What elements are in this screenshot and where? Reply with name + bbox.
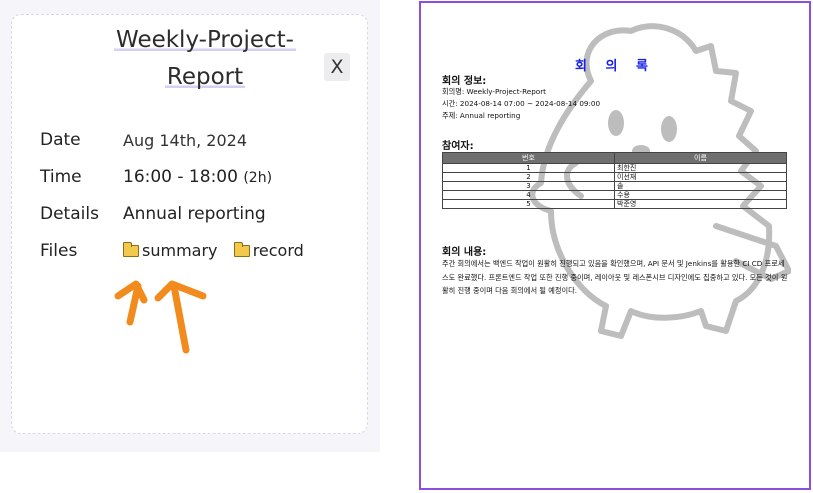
details-value: Annual reporting (123, 204, 266, 224)
file-name-record: record (252, 241, 304, 260)
folder-icon (123, 241, 139, 257)
meeting-name: 회의명: Weekly-Project-Report (442, 87, 546, 96)
table-row: 4 수용 (442, 190, 787, 200)
arrow-up-icon (114, 280, 207, 354)
table-row: 1 최한진 (442, 163, 787, 173)
title-line-1: Weekly-Project- (114, 27, 296, 53)
cell-number: 5 (442, 199, 615, 209)
participants-table: 번호 이름 1 최한진 2 이선재 3 솔 4 수용 5 박준영 (442, 152, 787, 209)
close-button[interactable]: X (324, 53, 350, 81)
time-duration: (2h) (243, 170, 273, 186)
cell-number: 2 (442, 172, 615, 182)
cell-name: 솔 (614, 181, 787, 191)
column-header-number: 번호 (442, 152, 615, 164)
time-value: 16:00 - 18:00 (123, 167, 238, 187)
table-row: 5 박준영 (442, 199, 787, 209)
cell-name: 박준영 (614, 199, 787, 209)
date-value: Aug 14th, 2024 (123, 131, 247, 150)
meeting-topic: 주제: Annual reporting (442, 111, 521, 120)
cell-number: 1 (442, 163, 615, 173)
participants-heading: 참여자: (442, 141, 474, 152)
table-header-row: 번호 이름 (442, 152, 787, 164)
details-label: Details (40, 204, 99, 224)
file-link-record[interactable]: record (233, 241, 304, 260)
meeting-title: Weekly-Project- Report (105, 22, 305, 96)
cell-number: 4 (442, 190, 615, 200)
meeting-content: 주간 회의에서는 백엔드 작업이 원활히 진행되고 있음을 확인했으며, API… (442, 259, 788, 295)
table-row: 2 이선재 (442, 172, 787, 182)
cell-name: 수용 (614, 190, 787, 200)
meeting-minutes-document: 회 의 록 회의 정보: 회의명: Weekly-Project-Report … (419, 1, 811, 490)
title-line-2: Report (164, 64, 246, 90)
file-name-summary: summary (142, 241, 218, 260)
content-heading: 회의 내용: (442, 247, 487, 258)
column-header-name: 이름 (614, 152, 787, 164)
folder-icon (233, 241, 250, 257)
meeting-time: 시간: 2024-08-14 07:00 ~ 2024-08-14 09:00 (442, 99, 601, 108)
date-label: Date (40, 130, 81, 150)
cell-name: 이선재 (614, 172, 787, 182)
files-list: summary record (123, 241, 304, 261)
time-value-group: 16:00 - 18:00 (2h) (123, 167, 272, 187)
cell-number: 3 (442, 181, 615, 191)
table-row: 3 솔 (442, 181, 787, 191)
time-label: Time (40, 167, 82, 187)
info-heading: 회의 정보: (442, 76, 487, 87)
file-link-summary[interactable]: summary (123, 241, 218, 260)
cell-name: 최한진 (614, 163, 787, 173)
files-label: Files (40, 241, 78, 261)
